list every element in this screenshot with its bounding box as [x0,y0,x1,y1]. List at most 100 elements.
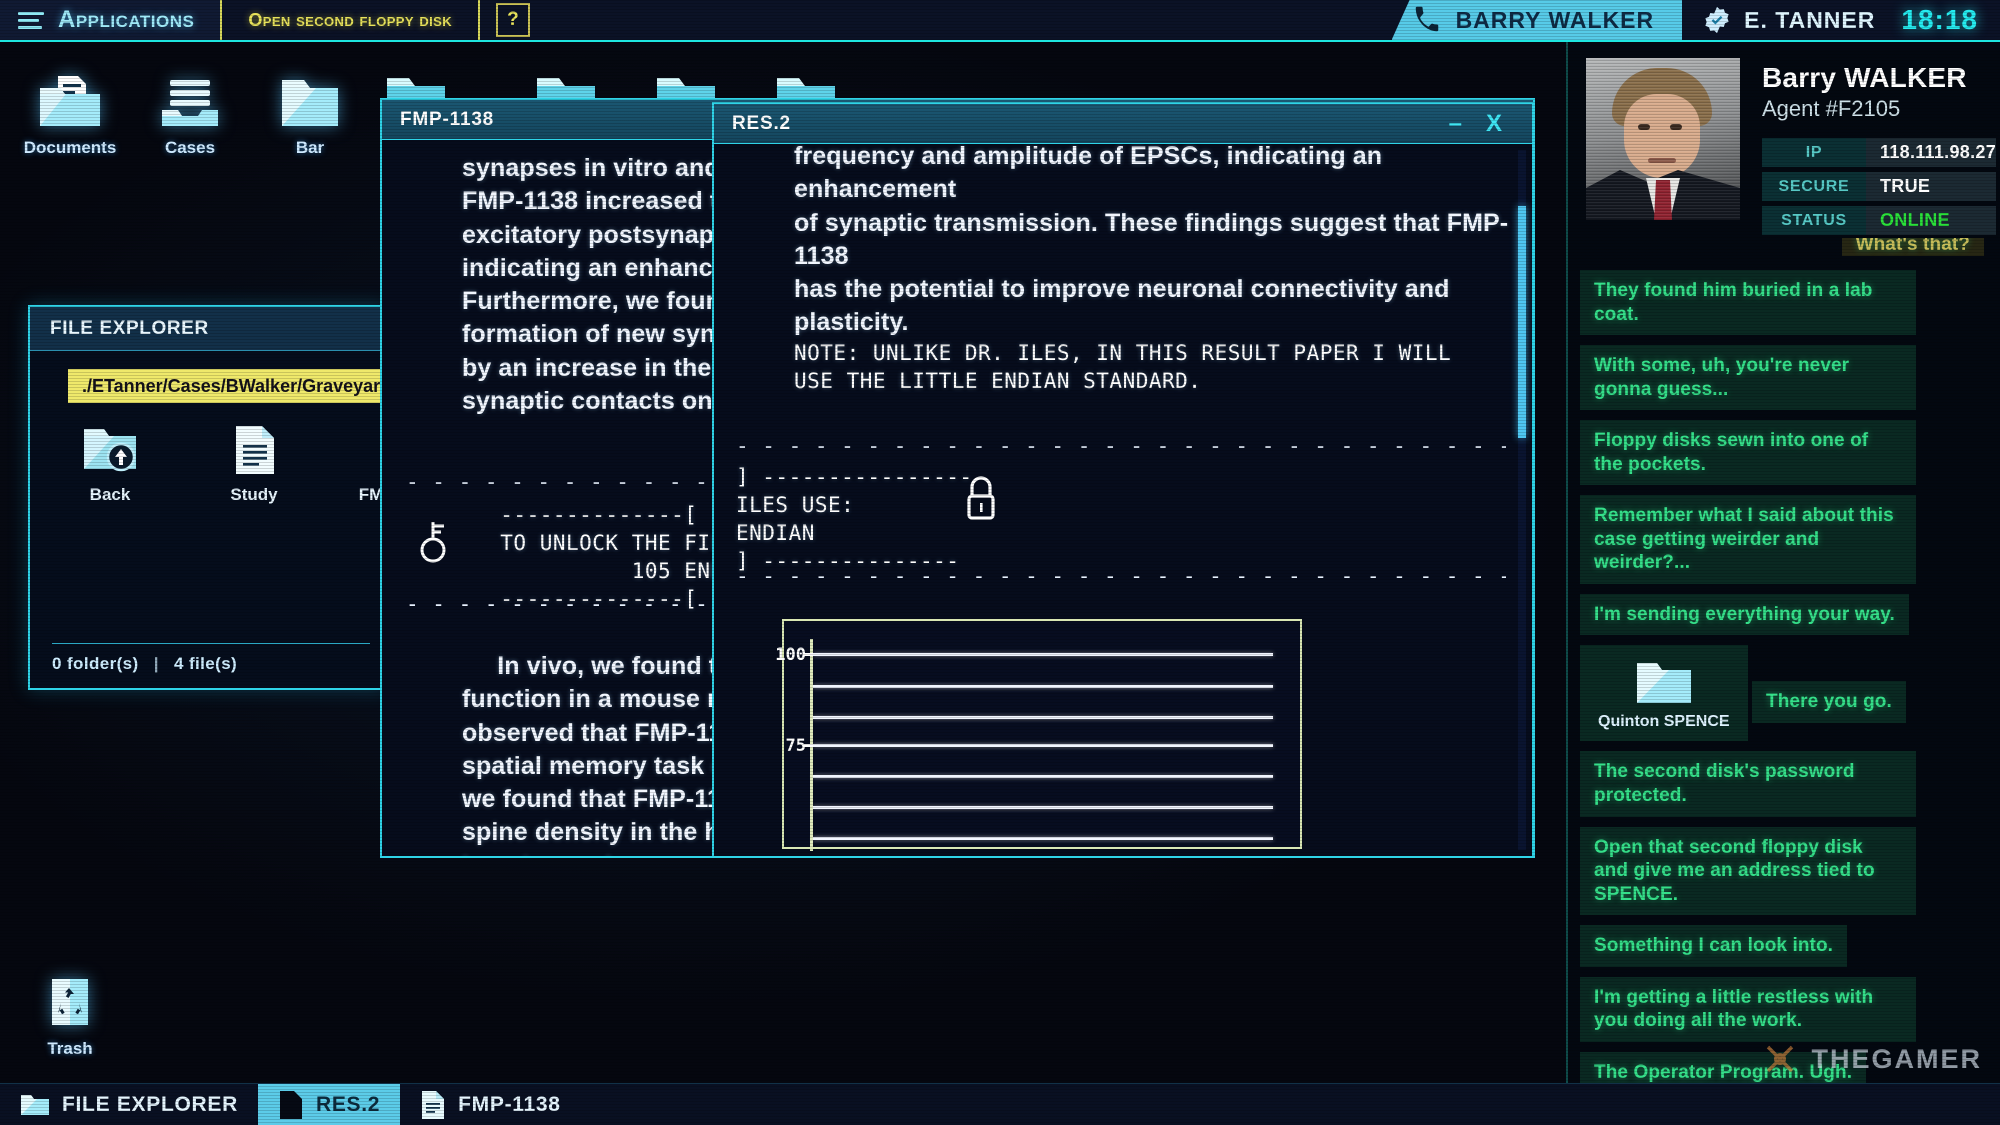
list-item: Open that second floppy disk and give me… [1580,826,1916,916]
list-item: They found him buried in a lab coat. [1580,270,1916,336]
file-explorer-title: FILE EXPLORER [50,317,209,339]
document-icon [422,1090,445,1119]
contact-barry-walker-button[interactable]: BARRY WALKER [1391,0,1683,40]
file-item-label: Back [89,485,131,504]
recycle-bin-icon [52,979,88,1025]
desktop-icon-label: Cases [164,138,216,157]
chat-clipped-row: What's that? [1580,238,1984,256]
res2-divider-bottom: - - - - - - - - - - - - - - - - - - - - … [736,564,1506,588]
stat-value: TRUE [1866,172,1997,201]
question-mark-icon: ? [495,3,530,37]
hamburger-icon [18,11,44,29]
chart-gridline [813,806,1273,809]
taskbar-item-fmp-1138[interactable]: FMP-1138 [400,1084,580,1125]
table-row: SECURE TRUE [1762,172,1997,201]
watermark-text: THEGAMER [1811,1043,1982,1074]
contact-name: BARRY WALKER [1455,6,1655,33]
fmp-1138-title: FMP-1138 [400,108,495,130]
minimize-button[interactable]: – [1437,111,1474,136]
res2-divider-top: - - - - - - - - - - - - - - - - - - - - … [736,434,1506,458]
close-button[interactable]: X [1474,111,1514,136]
stat-key: IP [1762,138,1866,167]
avatar [1586,58,1740,220]
file-explorer-status: 0 folder(s) | 4 file(s) [52,643,370,674]
chat-messages: They found him buried in a lab coat. Wit… [1580,270,1984,1083]
list-item: There you go. [1752,681,1906,724]
res2-scrollbar-track[interactable] [1518,150,1526,850]
taskbar: FILE EXPLORER RES.2 FMP-1138 [0,1083,2000,1125]
taskbar-item-label: RES.2 [315,1092,381,1116]
stat-key: SECURE [1762,172,1866,201]
clock-value: 18:18 [1901,4,1978,35]
open-second-floppy-disk-button[interactable]: Open second floppy disk [222,0,480,40]
file-explorer-body: ./ETanner/Cases/BWalker/Graveyard Back S… [30,351,538,688]
chart-gridline [813,837,1273,840]
file-item-study[interactable]: Study [204,423,304,505]
top-bar: Applications Open second floppy disk ? B… [0,0,2000,42]
thegamer-watermark: THEGAMER [1760,1039,1983,1079]
key-icon [420,522,446,563]
taskbar-item-label: FILE EXPLORER [62,1092,238,1116]
system-clock: 18:18 [1895,0,2000,40]
res2-body: frequency and amplitude of EPSCs, indica… [714,144,1532,856]
list-item: I'm getting a little restless with you d… [1580,976,1916,1042]
contact-sidebar: Barry WALKER Agent #F2105 IP 118.111.98.… [1566,42,2000,1083]
taskbar-item-file-explorer[interactable]: FILE EXPLORER [0,1084,258,1125]
folder-icon [1636,663,1691,704]
profile-agent-id: Agent #F2105 [1762,96,1901,121]
taskbar-item-res2[interactable]: RES.2 [257,1084,401,1125]
res2-window[interactable]: RES.2 – X frequency and amplitude of EPS… [712,102,1534,858]
desktop-icon-trash[interactable]: Trash [10,975,130,1059]
list-item: Floppy disks sewn into one of the pocket… [1580,420,1916,486]
desktop-screen: Applications Open second floppy disk ? B… [0,0,2000,1125]
chart-gridline [813,685,1273,688]
applications-menu-button[interactable]: Applications [0,0,223,40]
document-icon [236,426,274,474]
padlock-icon [967,476,995,520]
user-name: E. TANNER [1744,6,1876,33]
list-item: I'm sending everything your way. [1580,593,1909,636]
phone-icon [1415,6,1438,32]
taskbar-item-label: FMP-1138 [458,1092,561,1116]
chart-gridline [813,744,1273,747]
help-button[interactable]: ? [480,0,546,40]
top-bar-spacer [546,0,1392,40]
file-count: 4 file(s) [174,654,238,673]
profile-info: Barry WALKER Agent #F2105 IP 118.111.98.… [1762,58,1997,235]
status-separator: | [153,654,159,673]
res2-scrollbar-thumb[interactable] [1518,206,1526,438]
results-chart: 100 75 [775,619,1302,851]
res2-titlebar[interactable]: RES.2 – X [714,104,1532,144]
file-explorer-window[interactable]: FILE EXPLORER ./ETanner/Cases/BWalker/Gr… [28,305,538,690]
open-floppy-label: Open second floppy disk [248,9,452,30]
current-user-button[interactable]: E. TANNER [1682,0,1895,40]
thegamer-logo-icon [1766,1045,1793,1073]
stat-key: STATUS [1762,206,1866,235]
file-explorer-titlebar[interactable]: FILE EXPLORER [30,307,384,351]
chart-ytick-label: 100 [775,645,806,665]
chart-ytick-mark [804,653,813,656]
chart-ytick-mark [804,744,813,747]
table-row: IP 118.111.98.27 [1762,138,1997,167]
desktop-icon-documents[interactable]: Documents [10,72,130,158]
desktop-icon-bar[interactable]: Bar [250,72,370,158]
desktop-icon-label: Trash [47,1039,93,1058]
chat-log[interactable]: What's that? They found him buried in a … [1568,238,2000,1083]
folder-icon [21,1094,49,1115]
table-row: STATUS ONLINE [1762,206,1997,235]
folder-up-icon [84,429,136,472]
res2-title: RES.2 [732,112,791,134]
desktop-icon-cases[interactable]: Cases [130,72,250,158]
list-item: Something I can look into. [1580,925,1848,967]
folder-count: 0 folder(s) [52,654,139,673]
folder-icon [282,80,338,126]
stat-value: 118.111.98.27 [1866,138,1997,167]
chart-gridline [813,716,1273,719]
list-item-file-attachment[interactable]: Quinton SPENCE [1580,645,1748,742]
list-item: Remember what I said about this case get… [1580,495,1916,584]
list-item: With some, uh, you're never gonna guess.… [1580,345,1916,411]
path-value: ./ETanner/Cases/BWalker/Graveyard [82,375,392,396]
file-item-back[interactable]: Back [60,423,160,505]
dark-document-icon [279,1090,302,1119]
open-folder-document-icon [40,76,100,126]
